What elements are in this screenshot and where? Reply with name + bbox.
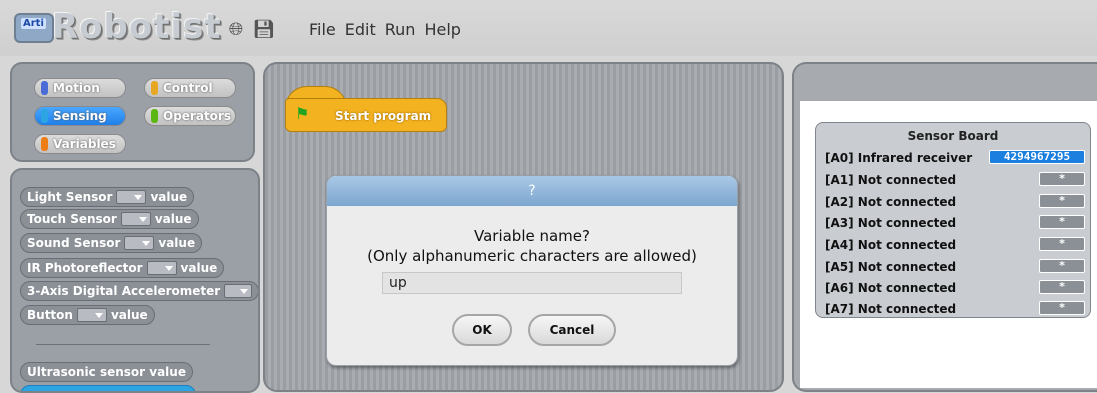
block-label: Ultrasonic sensor value	[27, 365, 186, 379]
block-label: Button	[27, 308, 73, 322]
block-dropdown[interactable]	[116, 190, 147, 204]
block-suffix: value	[180, 261, 218, 275]
block-dropdown[interactable]	[224, 284, 253, 298]
sensor-row: [A2] Not connected *	[825, 193, 1085, 211]
variable-name-dialog: ? Variable name? (Only alphanumeric char…	[326, 175, 738, 366]
block-3axis-accelerometer[interactable]: 3-Axis Digital Accelerometer	[20, 281, 258, 301]
sensor-label: [A4] Not connected	[825, 238, 957, 252]
block-label: Touch Sensor	[27, 212, 117, 226]
block-ir-photoreflector[interactable]: IR Photoreflector value	[20, 258, 225, 278]
sensor-label: [A3] Not connected	[825, 216, 957, 230]
block-touch-sensor[interactable]: Touch Sensor value	[20, 209, 199, 229]
block-suffix: value	[154, 212, 192, 226]
variable-name-input[interactable]	[382, 272, 682, 294]
top-toolbar: Arti Robotist 🌐︎ 💾︎ File Edit Run Help	[0, 0, 1097, 56]
sensor-value: 4294967295	[989, 150, 1085, 164]
block-suffix: value	[150, 190, 188, 204]
blocks-palette: Light Sensor value Touch Sensor value So…	[10, 168, 260, 393]
block-suffix: value	[158, 236, 196, 250]
category-label: Operators	[163, 109, 231, 123]
sensor-row: [A7] Not connected *	[825, 300, 1085, 318]
sensor-value: *	[1039, 259, 1085, 273]
block-ultrasonic-sensor[interactable]: Ultrasonic sensor value	[20, 362, 193, 382]
block-dropdown[interactable]	[124, 236, 155, 250]
block-label: Light Sensor	[27, 190, 113, 204]
sensor-label: [A5] Not connected	[825, 260, 957, 274]
category-motion[interactable]: Motion	[34, 78, 126, 98]
sensor-row: [A5] Not connected *	[825, 258, 1085, 276]
sensor-value: *	[1039, 172, 1085, 186]
globe-icon[interactable]: 🌐︎	[226, 19, 246, 40]
menu-bar: File Edit Run Help	[309, 20, 461, 39]
logo-text: Robotist	[52, 7, 222, 47]
ok-button[interactable]: OK	[452, 314, 512, 346]
block-label: Sound Sensor	[27, 236, 121, 250]
dialog-message: Variable name? (Only alphanumeric charac…	[327, 226, 737, 266]
category-panel: Motion Control Sensing Operators Variabl…	[10, 62, 255, 162]
category-label: Control	[163, 81, 213, 95]
category-color-stripe	[41, 137, 48, 151]
category-label: Sensing	[53, 109, 107, 123]
menu-run[interactable]: Run	[385, 20, 416, 39]
block-button[interactable]: Button value	[20, 305, 155, 325]
dialog-message-line1: Variable name?	[473, 227, 590, 245]
palette-divider	[36, 344, 210, 345]
cancel-button[interactable]: Cancel	[528, 314, 616, 346]
category-color-stripe	[41, 81, 48, 95]
sensor-label: [A7] Not connected	[825, 302, 957, 316]
category-operators[interactable]: Operators	[144, 106, 236, 126]
sensor-label: [A1] Not connected	[825, 173, 957, 187]
block-dropdown[interactable]	[76, 308, 107, 322]
block-dropdown[interactable]	[146, 261, 177, 275]
category-label: Variables	[53, 137, 116, 151]
floppy-disk-icon[interactable]: 💾︎	[253, 19, 276, 40]
block-sound-sensor[interactable]: Sound Sensor value	[20, 233, 203, 253]
green-flag-icon: ⚑	[295, 104, 310, 123]
sensor-row: [A6] Not connected *	[825, 279, 1085, 297]
sensor-row: [A4] Not connected *	[825, 236, 1085, 254]
category-color-stripe	[41, 109, 48, 123]
sensor-value: *	[1039, 194, 1085, 208]
hat-label: Start program	[335, 109, 432, 123]
sensor-row: [A3] Not connected *	[825, 214, 1085, 232]
dialog-message-line2: (Only alphanumeric characters are allowe…	[367, 247, 697, 265]
block-partial[interactable]	[20, 385, 196, 391]
sensor-label: [A6] Not connected	[825, 281, 957, 295]
sensor-row: [A1] Not connected *	[825, 171, 1085, 189]
sensor-board: Sensor Board [A0] Infrared receiver 4294…	[815, 122, 1091, 318]
sensor-label: [A0] Infrared receiver	[825, 151, 973, 165]
category-variables[interactable]: Variables	[34, 134, 126, 154]
logo-badge: Arti	[21, 18, 46, 29]
logo-mark: Arti	[14, 13, 54, 43]
block-label: IR Photoreflector	[27, 261, 143, 275]
sensor-value: *	[1039, 301, 1085, 315]
dialog-title: ?	[327, 176, 737, 206]
menu-help[interactable]: Help	[424, 20, 460, 39]
app-logo: Arti Robotist	[14, 7, 221, 47]
category-label: Motion	[53, 81, 100, 95]
category-color-stripe	[151, 81, 158, 95]
start-program-block[interactable]: ⚑ Start program	[285, 86, 447, 132]
sensor-label: [A2] Not connected	[825, 195, 957, 209]
menu-file[interactable]: File	[309, 20, 336, 39]
block-light-sensor[interactable]: Light Sensor value	[20, 187, 195, 207]
sensor-board-title: Sensor Board	[907, 129, 999, 143]
category-control[interactable]: Control	[144, 78, 236, 98]
block-label: 3-Axis Digital Accelerometer	[27, 284, 221, 298]
sensor-row: [A0] Infrared receiver 4294967295	[825, 149, 1085, 167]
sensor-value: *	[1039, 280, 1085, 294]
sensor-value: *	[1039, 237, 1085, 251]
block-suffix: value	[110, 308, 148, 322]
menu-edit[interactable]: Edit	[345, 20, 376, 39]
block-dropdown[interactable]	[120, 212, 151, 226]
sensor-value: *	[1039, 215, 1085, 229]
category-color-stripe	[151, 109, 158, 123]
category-sensing[interactable]: Sensing	[34, 106, 126, 126]
